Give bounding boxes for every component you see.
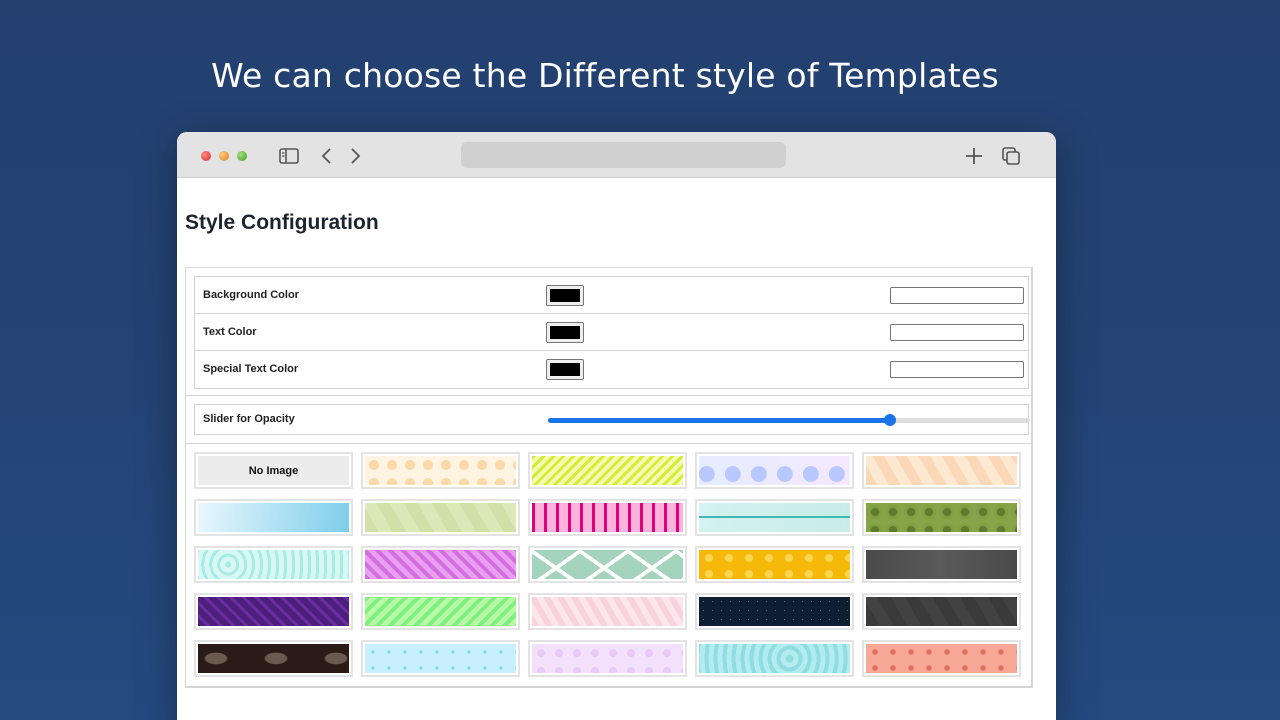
template-preview <box>532 503 683 532</box>
opacity-slider-thumb[interactable] <box>884 414 897 426</box>
template-mint-lattice[interactable] <box>528 546 687 583</box>
minimize-window-button[interactable] <box>219 151 229 161</box>
zoom-window-button[interactable] <box>237 151 247 161</box>
template-magenta-waves[interactable] <box>361 546 520 583</box>
template-preview <box>365 503 516 532</box>
template-lavender-bubbles[interactable] <box>695 452 854 489</box>
page-title: Style Configuration <box>185 211 379 234</box>
template-pink-lines[interactable] <box>528 593 687 630</box>
template-preview <box>699 456 850 485</box>
background-color-picker[interactable] <box>546 285 584 306</box>
template-yellow-bubbles[interactable] <box>695 546 854 583</box>
template-sky-watercolor[interactable] <box>194 499 353 536</box>
page-content: Style Configuration Background Color Tex… <box>177 211 1056 688</box>
special-text-color-input[interactable] <box>890 361 1024 378</box>
template-preview <box>699 644 850 673</box>
opacity-row: Slider for Opacity <box>194 404 1030 435</box>
template-pink-pixels[interactable] <box>528 499 687 536</box>
template-green-chevron[interactable] <box>361 593 520 630</box>
close-window-button[interactable] <box>201 151 211 161</box>
template-turquoise-sea[interactable] <box>695 640 854 677</box>
template-navy-starfield[interactable] <box>695 593 854 630</box>
template-preview <box>866 503 1017 532</box>
template-preview <box>198 550 349 579</box>
browser-toolbar <box>177 132 1056 178</box>
template-lilac-lace[interactable] <box>528 640 687 677</box>
template-coral-food[interactable] <box>862 640 1021 677</box>
template-preview <box>866 644 1017 673</box>
opacity-slider-fill <box>548 418 891 423</box>
special-text-color-label: Special Text Color <box>203 363 299 375</box>
template-preview <box>532 597 683 626</box>
template-preview <box>699 503 850 532</box>
text-color-row: Text Color <box>195 314 1028 351</box>
back-arrow-icon[interactable] <box>316 145 338 167</box>
template-preview <box>198 597 349 626</box>
background-color-label: Background Color <box>203 289 299 301</box>
template-lime-halftone[interactable] <box>528 452 687 489</box>
sidebar-icon[interactable] <box>278 145 300 167</box>
template-preview <box>532 644 683 673</box>
text-color-picker[interactable] <box>546 322 584 343</box>
no-image-label: No Image <box>198 456 349 485</box>
style-settings-panel: Background Color Text Color Special Text… <box>185 267 1033 688</box>
template-charcoal-plain[interactable] <box>862 546 1021 583</box>
background-color-input[interactable] <box>890 287 1024 304</box>
section-divider <box>186 443 1032 444</box>
template-purple-zigzag[interactable] <box>194 593 353 630</box>
template-preview <box>365 597 516 626</box>
template-preview <box>365 644 516 673</box>
template-dark-hexagons[interactable] <box>862 593 1021 630</box>
tabs-overview-icon[interactable] <box>1000 145 1022 167</box>
template-preview <box>699 597 850 626</box>
special-text-color-row: Special Text Color <box>195 351 1028 388</box>
color-settings-table: Background Color Text Color Special Text… <box>194 276 1029 389</box>
template-grid: No Image <box>194 452 1024 677</box>
template-no-image[interactable]: No Image <box>194 452 353 489</box>
template-peach-dots[interactable] <box>361 452 520 489</box>
template-preview <box>699 550 850 579</box>
opacity-slider[interactable] <box>548 414 1030 426</box>
section-divider <box>186 395 1032 396</box>
browser-window: Style Configuration Background Color Tex… <box>177 132 1056 720</box>
text-color-label: Text Color <box>203 326 257 338</box>
template-preview <box>866 456 1017 485</box>
template-sage-hexagons[interactable] <box>361 499 520 536</box>
template-preview <box>532 550 683 579</box>
template-aqua-doodles[interactable] <box>194 546 353 583</box>
template-preview <box>198 503 349 532</box>
template-preview <box>198 644 349 673</box>
template-peach-waves[interactable] <box>862 452 1021 489</box>
headline: We can choose the Different style of Tem… <box>211 56 999 95</box>
template-preview <box>866 550 1017 579</box>
section-divider <box>186 686 1032 687</box>
text-color-input[interactable] <box>890 324 1024 341</box>
template-brown-ghosts[interactable] <box>194 640 353 677</box>
template-olive-floral[interactable] <box>862 499 1021 536</box>
opacity-label: Slider for Opacity <box>203 413 295 425</box>
template-preview <box>365 456 516 485</box>
template-preview <box>532 456 683 485</box>
address-bar[interactable] <box>461 142 786 168</box>
special-text-color-picker[interactable] <box>546 359 584 380</box>
background-color-row: Background Color <box>195 277 1028 314</box>
template-teal-circuit[interactable] <box>695 499 854 536</box>
template-preview <box>866 597 1017 626</box>
forward-arrow-icon[interactable] <box>344 145 366 167</box>
template-preview <box>365 550 516 579</box>
template-cyan-doodles[interactable] <box>361 640 520 677</box>
new-tab-icon[interactable] <box>963 145 985 167</box>
